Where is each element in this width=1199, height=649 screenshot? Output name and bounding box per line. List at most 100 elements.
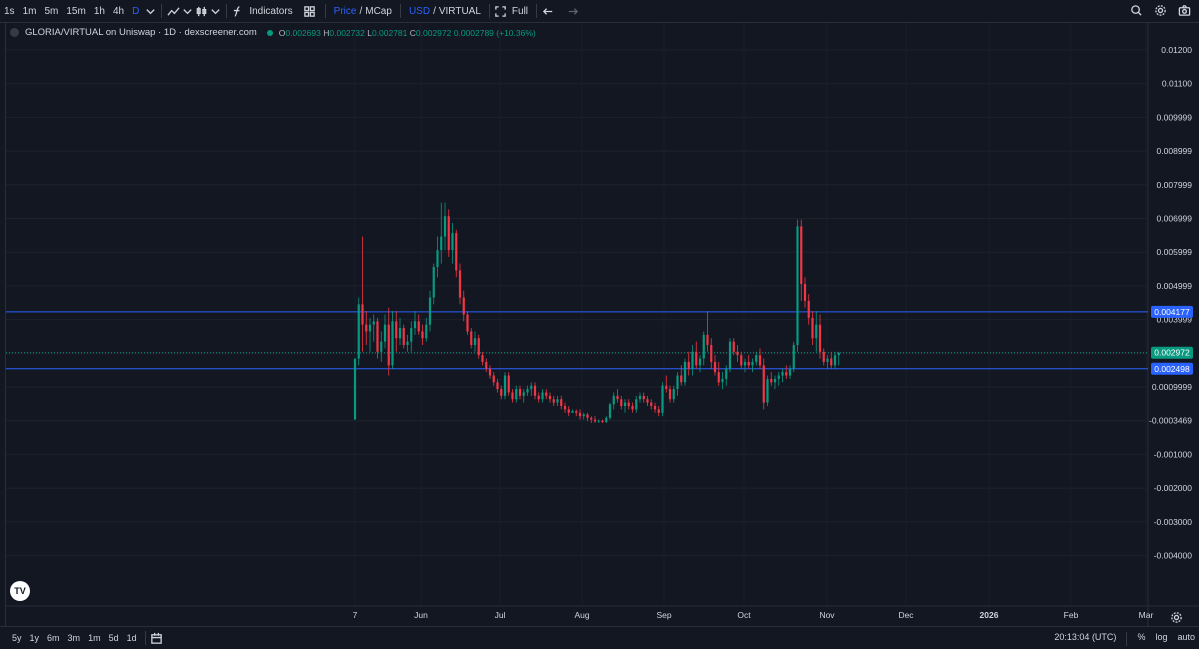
candle (616, 389, 619, 403)
usd-toggle[interactable]: USD (405, 6, 431, 17)
camera-icon[interactable] (1177, 3, 1191, 17)
candle-body (702, 334, 705, 359)
auto-toggle[interactable]: auto (1177, 632, 1195, 646)
chevron-down-icon[interactable] (143, 4, 157, 18)
candle-body (473, 338, 477, 346)
range-3m[interactable]: 3m (64, 633, 85, 643)
price-badges: 0.004177 0.002972 0.002498 (1151, 305, 1193, 375)
full-button[interactable]: Full (508, 6, 532, 17)
symbol-title[interactable]: GLORIA/VIRTUAL on Uniswap · 1D · dexscre… (25, 27, 257, 38)
range-6m[interactable]: 6m (43, 633, 64, 643)
time-tick-label: Sep (656, 610, 671, 620)
candle-body (657, 409, 660, 413)
interval-1s[interactable]: 1s (0, 6, 19, 17)
divider (1126, 632, 1128, 646)
tradingview-logo[interactable]: TV (10, 581, 30, 601)
candle-body (582, 414, 585, 417)
candle (800, 219, 803, 301)
candle-body (687, 361, 690, 369)
candle (485, 358, 488, 373)
candle (665, 375, 668, 393)
mcap-toggle[interactable]: MCap (364, 6, 396, 17)
candle-body (586, 414, 589, 418)
candles-icon[interactable] (194, 4, 208, 18)
price-tick-label: 0.009999 (1157, 112, 1193, 122)
candle-body (507, 375, 510, 393)
high-value: 0.002732 (329, 27, 365, 38)
bottom-toolbar: 5y 1y 6m 3m 1m 5d 1d 20:13:04 (UTC) % lo… (0, 626, 1199, 649)
indicators-button[interactable]: Indicators (245, 6, 296, 17)
virtual-toggle[interactable]: VIRTUAL (438, 6, 485, 17)
candle (770, 372, 773, 386)
range-5d[interactable]: 5d (105, 633, 123, 643)
candle (785, 365, 788, 379)
candle-body (800, 226, 803, 284)
undo-icon[interactable] (541, 4, 555, 18)
interval-4h[interactable]: 4h (109, 6, 128, 17)
candle-body (623, 402, 627, 407)
candle-body (567, 409, 570, 413)
candle-body (803, 283, 807, 301)
interval-1m[interactable]: 1m (19, 6, 41, 17)
interval-1h[interactable]: 1h (90, 6, 109, 17)
candle-body (395, 321, 398, 339)
range-1d[interactable]: 1d (123, 633, 141, 643)
interval-5m[interactable]: 5m (40, 6, 62, 17)
chart-legend: GLORIA/VIRTUAL on Uniswap · 1D · dexscre… (10, 27, 536, 38)
candle-body (485, 361, 488, 369)
candle-body (627, 402, 630, 407)
indicators-icon[interactable] (231, 4, 245, 18)
candle-body (537, 395, 540, 400)
chevron-down-icon[interactable] (180, 4, 194, 18)
fullscreen-icon[interactable] (494, 4, 508, 18)
candle (702, 331, 705, 366)
candle-body (563, 406, 567, 410)
percent-toggle[interactable]: % (1137, 632, 1145, 646)
candle-body (818, 324, 822, 352)
date-range-icon[interactable] (150, 631, 164, 645)
candle-body (601, 420, 604, 422)
time-tick-label: Mar (1139, 610, 1154, 620)
time-tick-label: Aug (574, 610, 589, 620)
candle-body (372, 321, 375, 325)
log-toggle[interactable]: log (1155, 632, 1167, 646)
lower-line-badge-text: 0.002498 (1154, 364, 1190, 374)
price-toggle[interactable]: Price (330, 6, 358, 17)
candle-body (605, 417, 608, 422)
candle (818, 314, 822, 359)
candle (668, 385, 672, 403)
candle (353, 358, 357, 420)
low-value: 0.002781 (371, 27, 408, 38)
line-chart-icon[interactable] (166, 4, 180, 18)
top-toolbar: 1s 1m 5m 15m 1h 4h D Indicators Price / … (0, 0, 1199, 23)
candle-body (552, 399, 555, 403)
close-value: 0.002972 (415, 27, 452, 38)
candle-body (728, 341, 732, 369)
axis-settings-gear-icon[interactable] (1169, 610, 1183, 624)
layout-grid-icon[interactable] (303, 4, 317, 18)
upper-line-badge: 0.004177 (1151, 305, 1193, 318)
candle (432, 263, 435, 305)
candle-body (807, 300, 810, 318)
interval-d[interactable]: D (128, 6, 143, 17)
range-1y[interactable]: 1y (26, 633, 44, 643)
candle-body (777, 375, 780, 379)
candle (788, 365, 792, 379)
chevron-down-icon[interactable] (208, 4, 222, 18)
candle-body (826, 358, 829, 362)
candle (368, 317, 372, 352)
redo-icon[interactable] (565, 4, 579, 18)
candle-body (451, 233, 454, 251)
settings-gear-icon[interactable] (1153, 3, 1167, 17)
price-chart[interactable]: 0.01200 0.01100 0.009999 0.008999 0.007999 0.… (0, 23, 1199, 626)
range-1m[interactable]: 1m (84, 633, 105, 643)
candle (833, 351, 837, 369)
candle (488, 365, 492, 379)
quick-search-icon[interactable] (1129, 3, 1143, 17)
candle (571, 409, 574, 413)
interval-15m[interactable]: 15m (62, 6, 89, 17)
candle (755, 351, 758, 366)
range-5y[interactable]: 5y (8, 633, 26, 643)
utc-clock[interactable]: 20:13:04 (UTC) (1054, 632, 1116, 646)
candle (830, 351, 833, 369)
